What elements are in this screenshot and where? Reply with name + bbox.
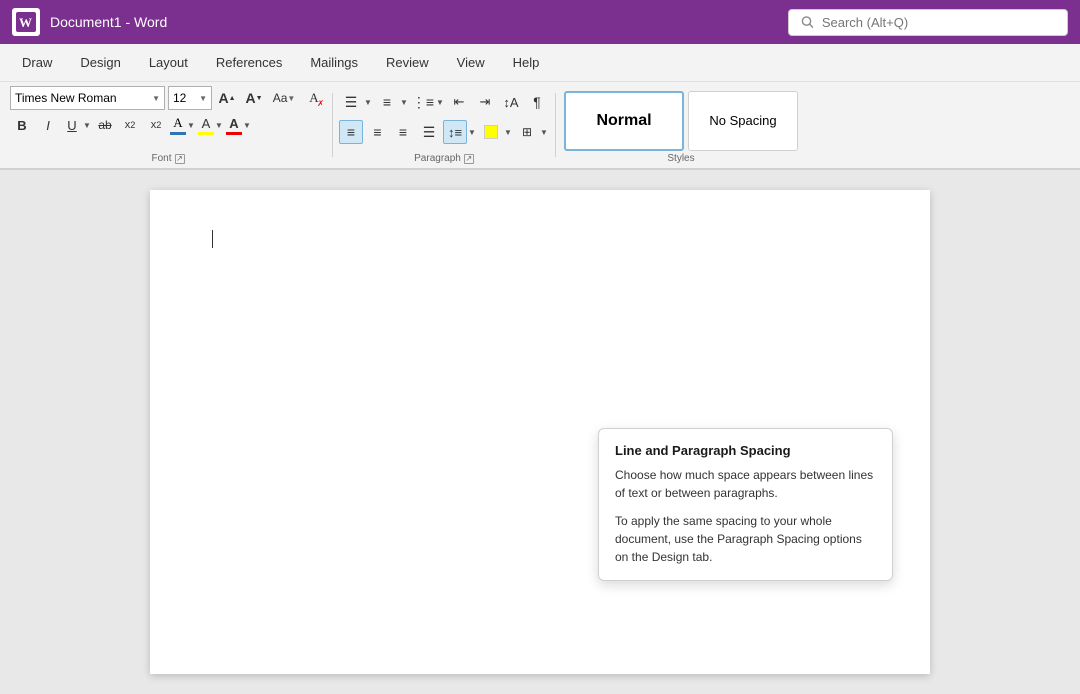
bullet-list-button[interactable]: ☰	[339, 90, 363, 114]
tab-help[interactable]: Help	[499, 47, 554, 78]
subscript-button[interactable]: x2	[118, 113, 142, 137]
highlight-color-group: A ▼	[198, 113, 224, 137]
styles-section-label: Styles	[564, 151, 798, 164]
line-spacing-tooltip: Line and Paragraph Spacing Choose how mu…	[598, 428, 893, 581]
increase-indent-button[interactable]: ⇥	[473, 90, 497, 114]
normal-style-box[interactable]: Normal	[564, 91, 684, 151]
app-logo: W	[12, 8, 40, 36]
border-dropdown[interactable]: ▼	[539, 120, 549, 144]
document-area: Line and Paragraph Spacing Choose how mu…	[0, 170, 1080, 694]
text-cursor	[212, 230, 213, 248]
text-highlight-button[interactable]: A	[170, 115, 186, 135]
ribbon-tabs: Draw Design Layout References Mailings R…	[0, 44, 1080, 82]
tooltip-body2: To apply the same spacing to your whole …	[615, 512, 876, 566]
title-bar: W Document1 - Word	[0, 0, 1080, 44]
tooltip-body1: Choose how much space appears between li…	[615, 466, 876, 502]
strikethrough-button[interactable]: ab	[94, 113, 116, 137]
font-section-label: Font ↗	[10, 151, 326, 164]
bullet-list-dropdown[interactable]: ▼	[363, 90, 373, 114]
shading-button[interactable]	[479, 120, 503, 144]
font-size-display: 12	[173, 91, 199, 105]
format-row: B I U ▼ ab x2 x2 A ▼	[10, 113, 326, 137]
decrease-font-button[interactable]: A▼	[242, 86, 266, 110]
para-align-row: ≡ ≡ ≡ ☰ ↕≡ ▼ ▼ ⊞ ▼	[339, 118, 549, 146]
superscript-button[interactable]: x2	[144, 113, 168, 137]
font-size-dropdown[interactable]: ▼	[199, 94, 207, 103]
align-center-button[interactable]: ≡	[365, 120, 389, 144]
search-input[interactable]	[822, 15, 1055, 30]
paragraph-expand-icon[interactable]: ↗	[464, 154, 474, 164]
align-right-button[interactable]: ≡	[391, 120, 415, 144]
font-row: Times New Roman ▼ 12 ▼ A▲ A▼ Aa▼ A ✗	[10, 86, 326, 110]
font-name-dropdown[interactable]: ▼	[152, 94, 160, 103]
font-color-dropdown[interactable]: ▼	[242, 113, 252, 137]
decrease-indent-button[interactable]: ⇤	[447, 90, 471, 114]
tab-view[interactable]: View	[443, 47, 499, 78]
tab-design[interactable]: Design	[66, 47, 134, 78]
tab-references[interactable]: References	[202, 47, 296, 78]
line-spacing-dropdown[interactable]: ▼	[467, 120, 477, 144]
line-spacing-button[interactable]: ↕≡	[443, 120, 467, 144]
justify-button[interactable]: ☰	[417, 120, 441, 144]
align-left-button[interactable]: ≡	[339, 120, 363, 144]
strikethrough-group: ab	[94, 113, 116, 137]
tab-mailings[interactable]: Mailings	[296, 47, 372, 78]
text-color-dropdown[interactable]: ▼	[186, 113, 196, 137]
text-highlight-group: A ▼	[170, 113, 196, 137]
font-expand-icon[interactable]: ↗	[175, 154, 185, 164]
sep-1	[332, 93, 333, 157]
nospacing-style-box[interactable]: No Spacing	[688, 91, 798, 151]
tab-layout[interactable]: Layout	[135, 47, 202, 78]
tooltip-title: Line and Paragraph Spacing	[615, 443, 876, 458]
font-name-display: Times New Roman	[15, 91, 152, 105]
italic-button[interactable]: I	[36, 113, 60, 137]
bold-button[interactable]: B	[10, 113, 34, 137]
shading-dropdown[interactable]: ▼	[503, 120, 513, 144]
multilevel-list-button[interactable]: ⋮≡	[411, 90, 435, 114]
tab-draw[interactable]: Draw	[8, 47, 66, 78]
clear-formatting-button[interactable]: A ✗	[302, 86, 326, 110]
search-bar[interactable]	[788, 9, 1068, 36]
increase-font-button[interactable]: A▲	[215, 86, 239, 110]
numbered-list-button[interactable]: ≡	[375, 90, 399, 114]
paragraph-section-label: Paragraph ↗	[339, 151, 549, 164]
sep-2	[555, 93, 556, 157]
para-list-row: ☰ ▼ ≡ ▼ ⋮≡ ▼ ⇤ ⇥ ↕A ¶	[339, 88, 549, 116]
border-button[interactable]: ⊞	[515, 120, 539, 144]
highlight-dropdown[interactable]: ▼	[214, 113, 224, 137]
font-color-button[interactable]: A	[226, 116, 242, 135]
underline-button[interactable]: U	[62, 113, 82, 137]
highlight-color-button[interactable]: A	[198, 116, 214, 135]
search-icon	[801, 15, 814, 29]
underline-group: U ▼	[62, 113, 92, 137]
tab-review[interactable]: Review	[372, 47, 443, 78]
show-marks-button[interactable]: ¶	[525, 90, 549, 114]
sort-button[interactable]: ↕A	[499, 90, 523, 114]
numbered-list-dropdown[interactable]: ▼	[399, 90, 409, 114]
underline-dropdown[interactable]: ▼	[82, 113, 92, 137]
font-color-group: A ▼	[226, 113, 252, 137]
multilevel-list-dropdown[interactable]: ▼	[435, 90, 445, 114]
window-title: Document1 - Word	[50, 14, 778, 30]
svg-text:W: W	[19, 15, 32, 30]
change-case-button[interactable]: Aa▼	[269, 86, 299, 110]
ribbon-toolbar: Times New Roman ▼ 12 ▼ A▲ A▼ Aa▼ A ✗	[0, 82, 1080, 170]
